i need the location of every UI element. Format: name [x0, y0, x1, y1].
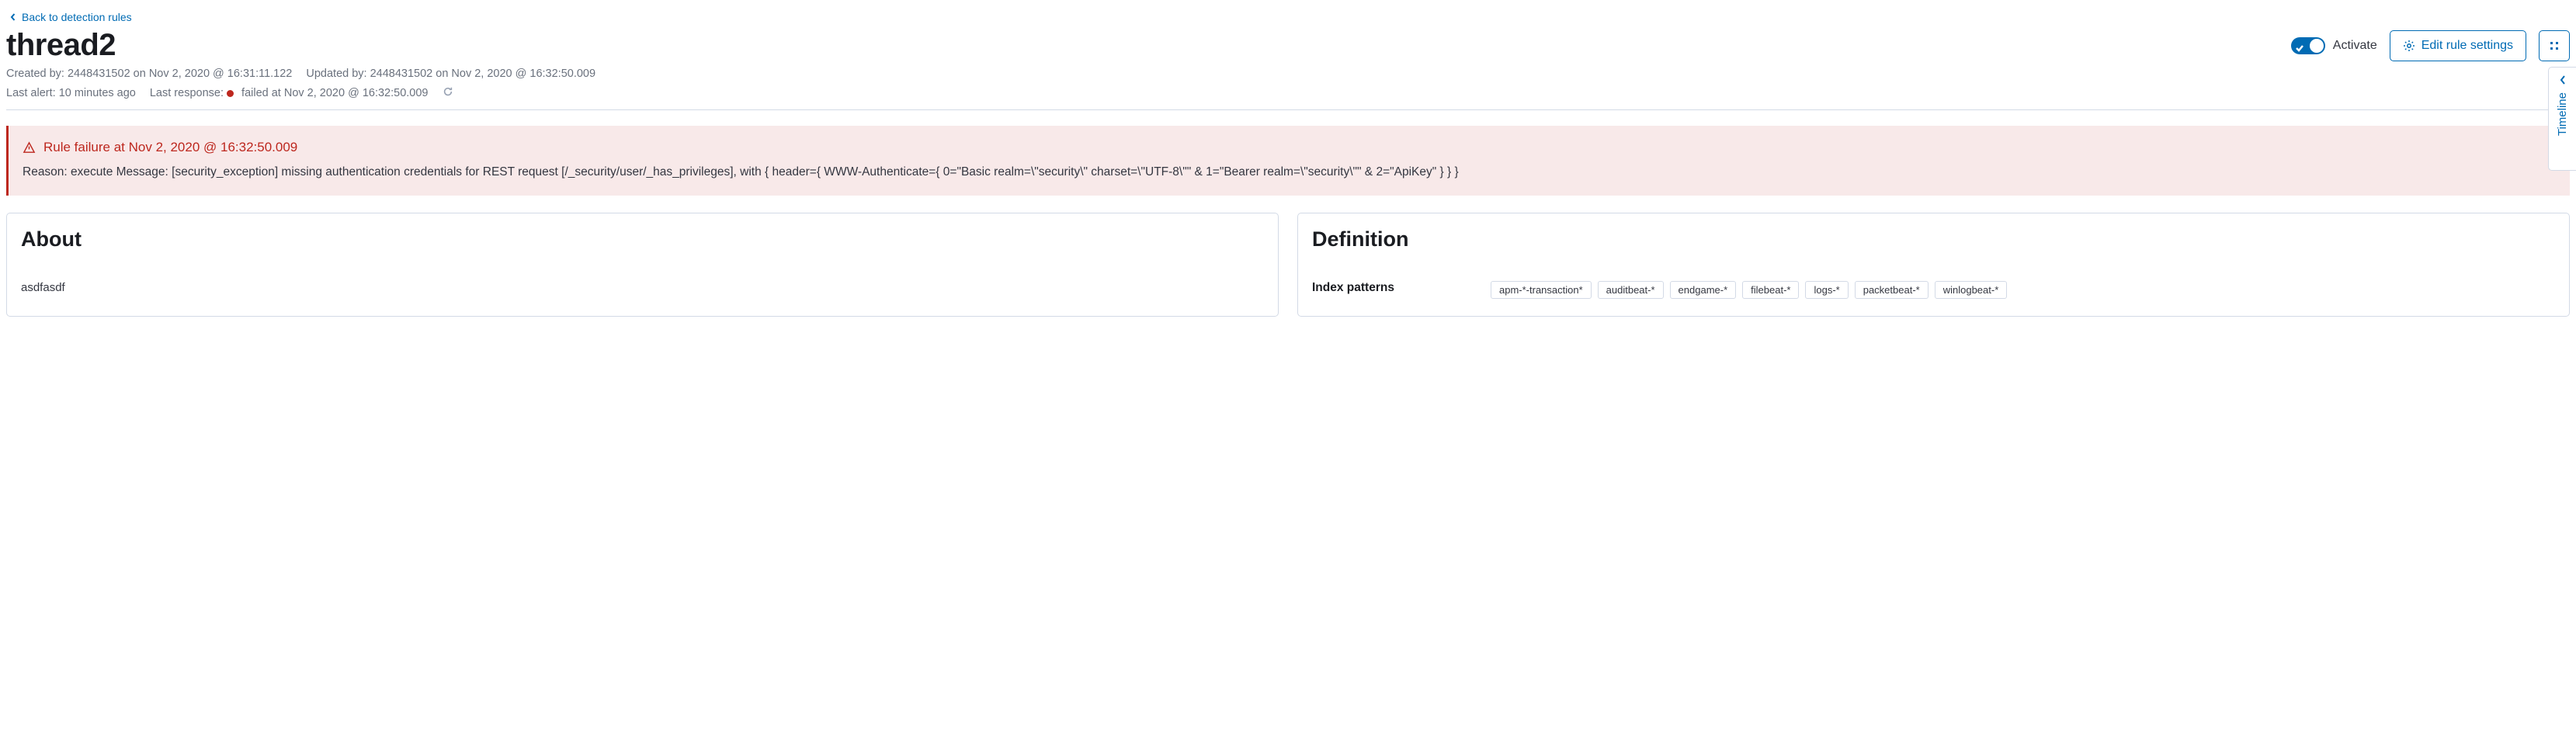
status-dot-failed	[227, 90, 234, 97]
more-actions-button[interactable]	[2539, 30, 2570, 61]
index-pattern-tag: winlogbeat-*	[1935, 281, 2008, 299]
header-actions: Activate Edit rule settings	[2291, 30, 2570, 61]
created-by-text: Created by: 2448431502 on Nov 2, 2020 @ …	[6, 68, 292, 80]
last-response-label: Last response:	[150, 87, 224, 99]
definition-panel: Definition Index patterns apm-*-transact…	[1297, 213, 2570, 317]
index-patterns-label: Index patterns	[1312, 281, 1475, 295]
last-response-group: Last response: failed at Nov 2, 2020 @ 1…	[150, 87, 429, 99]
back-to-rules-link[interactable]: Back to detection rules	[6, 6, 132, 25]
timeline-flyout-button[interactable]: Timeline	[2548, 67, 2576, 171]
about-description: asdfasdf	[21, 281, 1264, 294]
refresh-button[interactable]	[443, 86, 453, 100]
timeline-label: Timeline	[2556, 92, 2569, 136]
divider	[6, 109, 2570, 110]
page-title: thread2	[6, 28, 116, 63]
about-panel: About asdfasdf	[6, 213, 1279, 317]
gear-icon	[2403, 40, 2415, 52]
updated-by-text: Updated by: 2448431502 on Nov 2, 2020 @ …	[306, 68, 595, 80]
activate-toggle[interactable]	[2291, 37, 2325, 54]
warning-icon	[23, 141, 36, 154]
definition-heading: Definition	[1312, 227, 2555, 251]
last-response-value: failed at Nov 2, 2020 @ 16:32:50.009	[241, 87, 428, 99]
callout-body-text: Reason: execute Message: [security_excep…	[23, 163, 2556, 182]
activate-label: Activate	[2333, 39, 2377, 53]
edit-rule-label: Edit rule settings	[2422, 39, 2513, 53]
toggle-thumb	[2310, 39, 2324, 53]
index-pattern-tag: logs-*	[1805, 281, 1848, 299]
edit-rule-settings-button[interactable]: Edit rule settings	[2390, 30, 2526, 61]
back-link-label: Back to detection rules	[22, 11, 132, 23]
index-pattern-tag: filebeat-*	[1742, 281, 1799, 299]
index-pattern-tag: packetbeat-*	[1855, 281, 1929, 299]
about-heading: About	[21, 227, 1264, 251]
chevron-left-icon	[9, 13, 17, 21]
check-icon	[2296, 42, 2303, 50]
last-alert-text: Last alert: 10 minutes ago	[6, 87, 136, 99]
index-pattern-tag: apm-*-transaction*	[1491, 281, 1592, 299]
callout-title-text: Rule failure at Nov 2, 2020 @ 16:32:50.0…	[43, 140, 297, 155]
rule-failure-callout: Rule failure at Nov 2, 2020 @ 16:32:50.0…	[6, 126, 2570, 196]
index-pattern-tag: endgame-*	[1670, 281, 1737, 299]
index-patterns-tags: apm-*-transaction* auditbeat-* endgame-*…	[1491, 281, 2007, 299]
index-pattern-tag: auditbeat-*	[1598, 281, 1664, 299]
chevron-left-icon	[2558, 75, 2567, 85]
boxes-ellipsis-icon	[2548, 40, 2560, 52]
